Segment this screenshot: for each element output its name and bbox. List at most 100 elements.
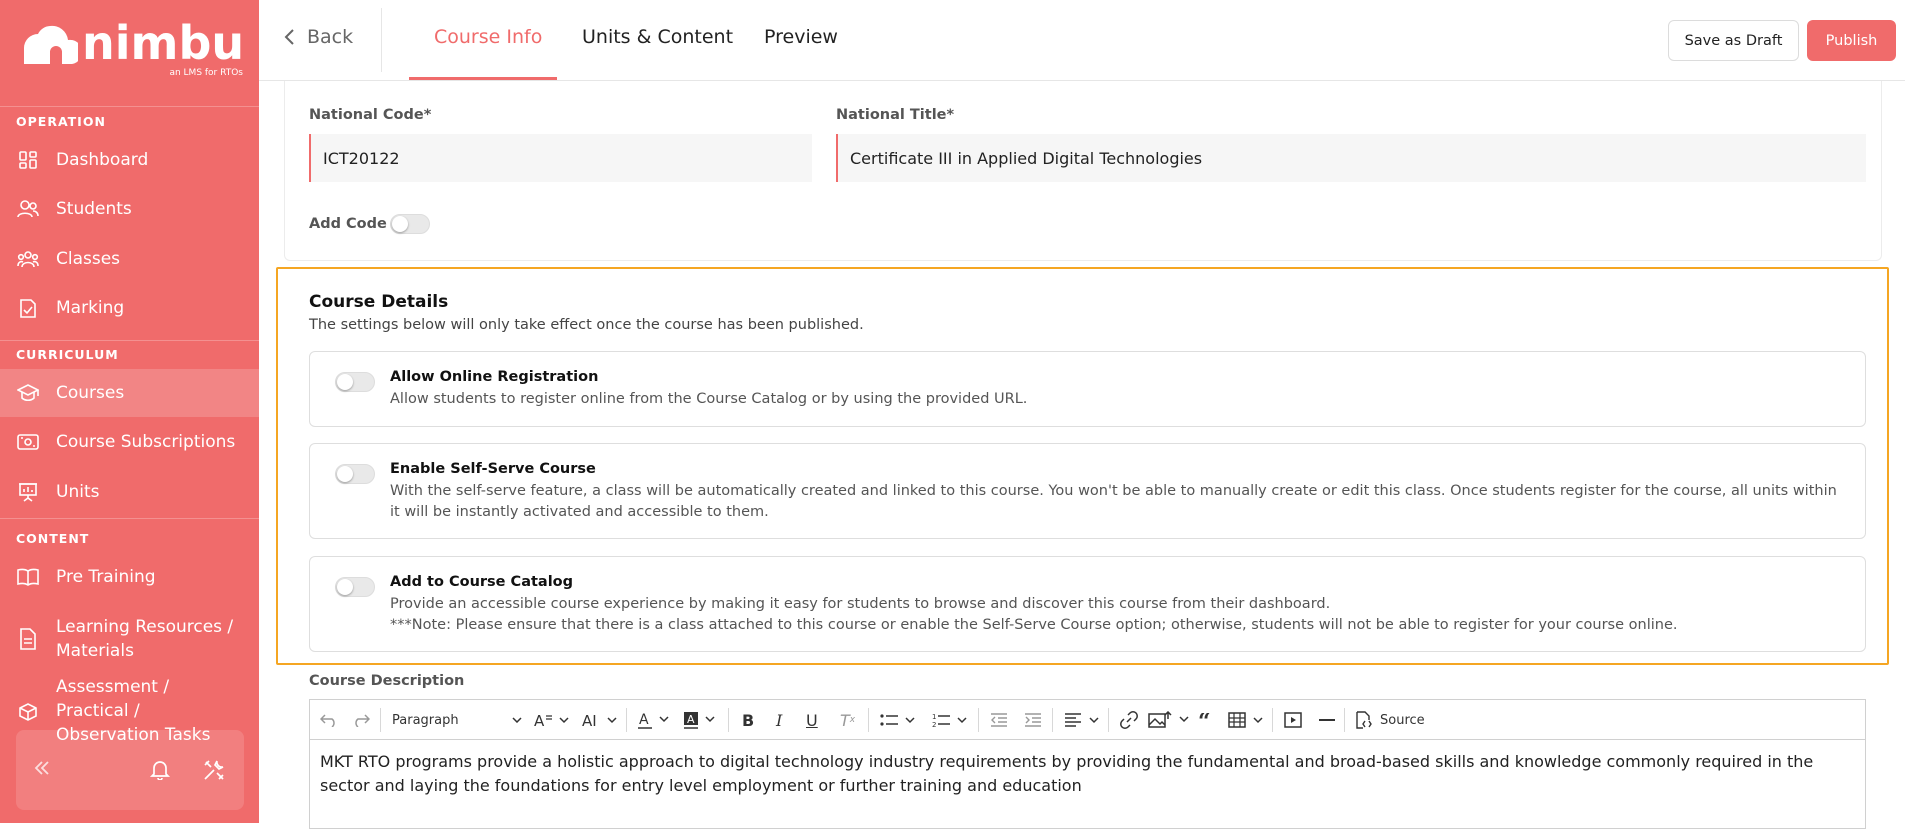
tab-course-info[interactable]: Course Info <box>434 26 542 48</box>
option-title: Allow Online Registration <box>390 369 599 385</box>
underline-icon[interactable]: U <box>806 708 818 732</box>
option-note: ***Note: Please ensure that there is a c… <box>390 617 1678 633</box>
chevron-left-icon <box>284 29 294 45</box>
toggle-knob <box>392 216 408 232</box>
indent-icon[interactable] <box>1024 708 1042 732</box>
tab-units-content[interactable]: Units & Content <box>582 26 733 48</box>
toggle-knob <box>337 579 353 595</box>
enable-self-serve-toggle[interactable] <box>335 464 375 484</box>
bulleted-list-icon[interactable] <box>880 708 916 732</box>
sidebar-item-label: Students <box>56 199 132 219</box>
users-icon <box>16 197 40 221</box>
toolbar-divider <box>626 708 627 732</box>
double-chevron-left-icon[interactable] <box>32 758 52 782</box>
toolbar-divider <box>728 708 729 732</box>
blockquote-icon[interactable]: “ <box>1198 708 1216 732</box>
source-button[interactable]: Source <box>1354 708 1425 732</box>
sidebar-divider <box>0 340 259 341</box>
book-open-icon <box>16 565 40 589</box>
group-icon <box>16 247 40 271</box>
svg-text:A: A <box>687 713 695 726</box>
national-title-label: National Title* <box>836 107 955 123</box>
sidebar-item-courses[interactable]: Courses <box>0 369 259 417</box>
sidebar-item-marking[interactable]: Marking <box>0 284 259 332</box>
sidebar-item-label: Courses <box>56 383 125 403</box>
save-draft-button[interactable]: Save as Draft <box>1668 20 1799 61</box>
option-add-to-catalog: Add to Course Catalog Provide an accessi… <box>309 556 1866 652</box>
remove-format-icon[interactable]: Tx <box>840 708 855 732</box>
option-title: Add to Course Catalog <box>390 574 574 590</box>
undo-icon[interactable] <box>320 708 338 732</box>
sidebar-item-pre-training[interactable]: Pre Training <box>0 553 259 601</box>
link-icon[interactable] <box>1120 708 1138 732</box>
topbar-divider <box>381 8 382 72</box>
chevron-down-icon <box>512 717 522 723</box>
back-label: Back <box>307 26 354 48</box>
media-embed-icon[interactable] <box>1284 708 1302 732</box>
active-tab-indicator <box>409 77 557 80</box>
toolbar-divider <box>868 708 869 732</box>
course-description-body[interactable]: MKT RTO programs provide a holistic appr… <box>320 750 1855 798</box>
bold-icon[interactable]: B <box>742 708 754 732</box>
toggle-knob <box>337 466 353 482</box>
clipboard-check-icon <box>16 296 40 320</box>
back-button[interactable]: Back <box>283 26 353 48</box>
numbered-list-icon[interactable]: 12 <box>932 708 968 732</box>
toolbar-divider <box>1108 708 1109 732</box>
option-enable-self-serve: Enable Self-Serve Course With the self-s… <box>309 443 1866 539</box>
sidebar-item-units[interactable]: Units <box>0 468 259 516</box>
sidebar-item-label: Learning Resources / Materials <box>56 617 234 661</box>
sidebar-divider <box>0 106 259 107</box>
toolbar-divider <box>1344 708 1345 732</box>
topbar: Back Course Info Units & Content Preview… <box>259 0 1905 81</box>
tools-icon[interactable] <box>202 758 226 786</box>
toolbar-divider <box>1052 708 1053 732</box>
source-label: Source <box>1380 712 1425 728</box>
national-code-label: National Code* <box>309 107 432 123</box>
add-code-label: Add Code <box>309 216 387 232</box>
svg-text:2: 2 <box>932 721 936 728</box>
svg-text:AI: AI <box>582 712 597 728</box>
national-code-input[interactable]: ICT20122 <box>309 134 812 182</box>
font-color-icon[interactable]: A <box>638 708 672 732</box>
brand-logo[interactable]: nimbu an LMS for RTOs <box>18 18 244 80</box>
allow-online-registration-toggle[interactable] <box>335 372 375 392</box>
editor-toolbar: Paragraph A AI A A B I U Tx 12 “ Source <box>310 700 1865 740</box>
sidebar-item-label: Course Subscriptions <box>56 432 236 452</box>
redo-icon[interactable] <box>352 708 370 732</box>
italic-icon[interactable]: I <box>776 708 782 732</box>
section-operation: OPERATION <box>16 114 106 129</box>
outdent-icon[interactable] <box>990 708 1008 732</box>
bell-icon[interactable] <box>149 758 171 784</box>
national-title-input[interactable]: Certificate III in Applied Digital Techn… <box>836 134 1866 182</box>
sidebar-item-classes[interactable]: Classes <box>0 235 259 283</box>
cloud-logo-icon <box>24 25 78 64</box>
subscription-icon <box>16 430 40 454</box>
sidebar-item-label: Classes <box>56 249 121 269</box>
grid-icon <box>16 148 40 172</box>
add-to-catalog-toggle[interactable] <box>335 577 375 597</box>
option-allow-online-registration: Allow Online Registration Allow students… <box>309 351 1866 427</box>
tab-preview[interactable]: Preview <box>764 26 838 48</box>
presentation-board-icon <box>16 480 40 504</box>
sidebar-divider <box>0 518 259 519</box>
publish-button[interactable]: Publish <box>1807 20 1896 61</box>
section-content: CONTENT <box>16 531 90 546</box>
insert-image-icon[interactable] <box>1148 708 1190 732</box>
toolbar-divider <box>978 708 979 732</box>
align-icon[interactable] <box>1064 708 1100 732</box>
paragraph-style-dropdown[interactable]: Paragraph <box>392 708 522 732</box>
sidebar-item-students[interactable]: Students <box>0 185 259 233</box>
sidebar-item-dashboard[interactable]: Dashboard <box>0 136 259 184</box>
svg-text:A: A <box>534 712 545 728</box>
highlight-color-icon[interactable]: A <box>684 708 718 732</box>
sidebar-item-label: Dashboard <box>56 150 149 170</box>
font-size-icon[interactable]: A <box>534 708 570 732</box>
sidebar-item-learning-resources[interactable]: Learning Resources / Materials <box>0 612 259 666</box>
sidebar-item-course-subscriptions[interactable]: Course Subscriptions <box>0 418 259 466</box>
horizontal-line-icon[interactable] <box>1318 708 1336 732</box>
source-icon <box>1356 711 1372 729</box>
font-family-icon[interactable]: AI <box>582 708 618 732</box>
table-icon[interactable] <box>1228 708 1264 732</box>
add-code-toggle[interactable] <box>390 214 430 234</box>
